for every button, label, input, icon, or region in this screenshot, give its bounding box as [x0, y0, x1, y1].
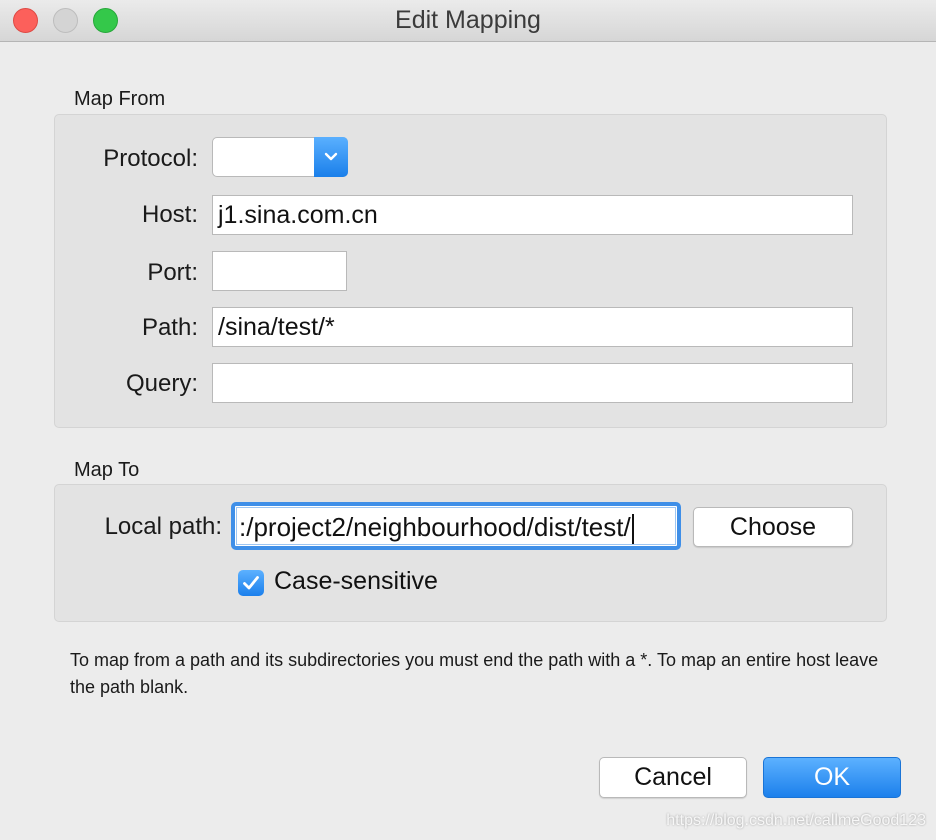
local-path-field[interactable]: :/project2/neighbourhood/dist/test/	[231, 502, 681, 550]
watermark: https://blog.csdn.net/callmeGood123	[666, 812, 926, 829]
checkmark-icon	[243, 576, 259, 590]
text-caret	[631, 514, 634, 544]
query-label: Query:	[125, 370, 198, 397]
choose-button[interactable]: Choose	[693, 507, 853, 547]
cancel-button[interactable]: Cancel	[599, 757, 747, 798]
help-text: To map from a path and its subdirectorie…	[70, 650, 879, 697]
map-to-section-label: Map To	[74, 459, 140, 481]
protocol-select[interactable]	[212, 137, 348, 177]
map-from-section-label: Map From	[74, 88, 166, 110]
title-bar: Edit Mapping	[0, 0, 936, 42]
host-field[interactable]: j1.sina.com.cn	[212, 195, 853, 235]
chevron-down-icon[interactable]	[314, 137, 348, 177]
case-sensitive-checkbox[interactable]	[238, 570, 264, 596]
path-label: Path:	[141, 314, 198, 341]
port-field[interactable]	[212, 251, 347, 291]
local-path-value: :/project2/neighbourhood/dist/test/	[239, 512, 631, 542]
protocol-label: Protocol:	[103, 145, 198, 172]
window-title: Edit Mapping	[395, 6, 541, 34]
host-label: Host:	[141, 201, 198, 228]
case-sensitive-label[interactable]: Case-sensitive	[274, 567, 438, 596]
port-label: Port:	[147, 259, 198, 286]
ok-button[interactable]: OK	[763, 757, 901, 798]
path-field[interactable]: /sina/test/*	[212, 307, 853, 347]
local-path-label: Local path:	[104, 513, 222, 540]
query-field[interactable]	[212, 363, 853, 403]
